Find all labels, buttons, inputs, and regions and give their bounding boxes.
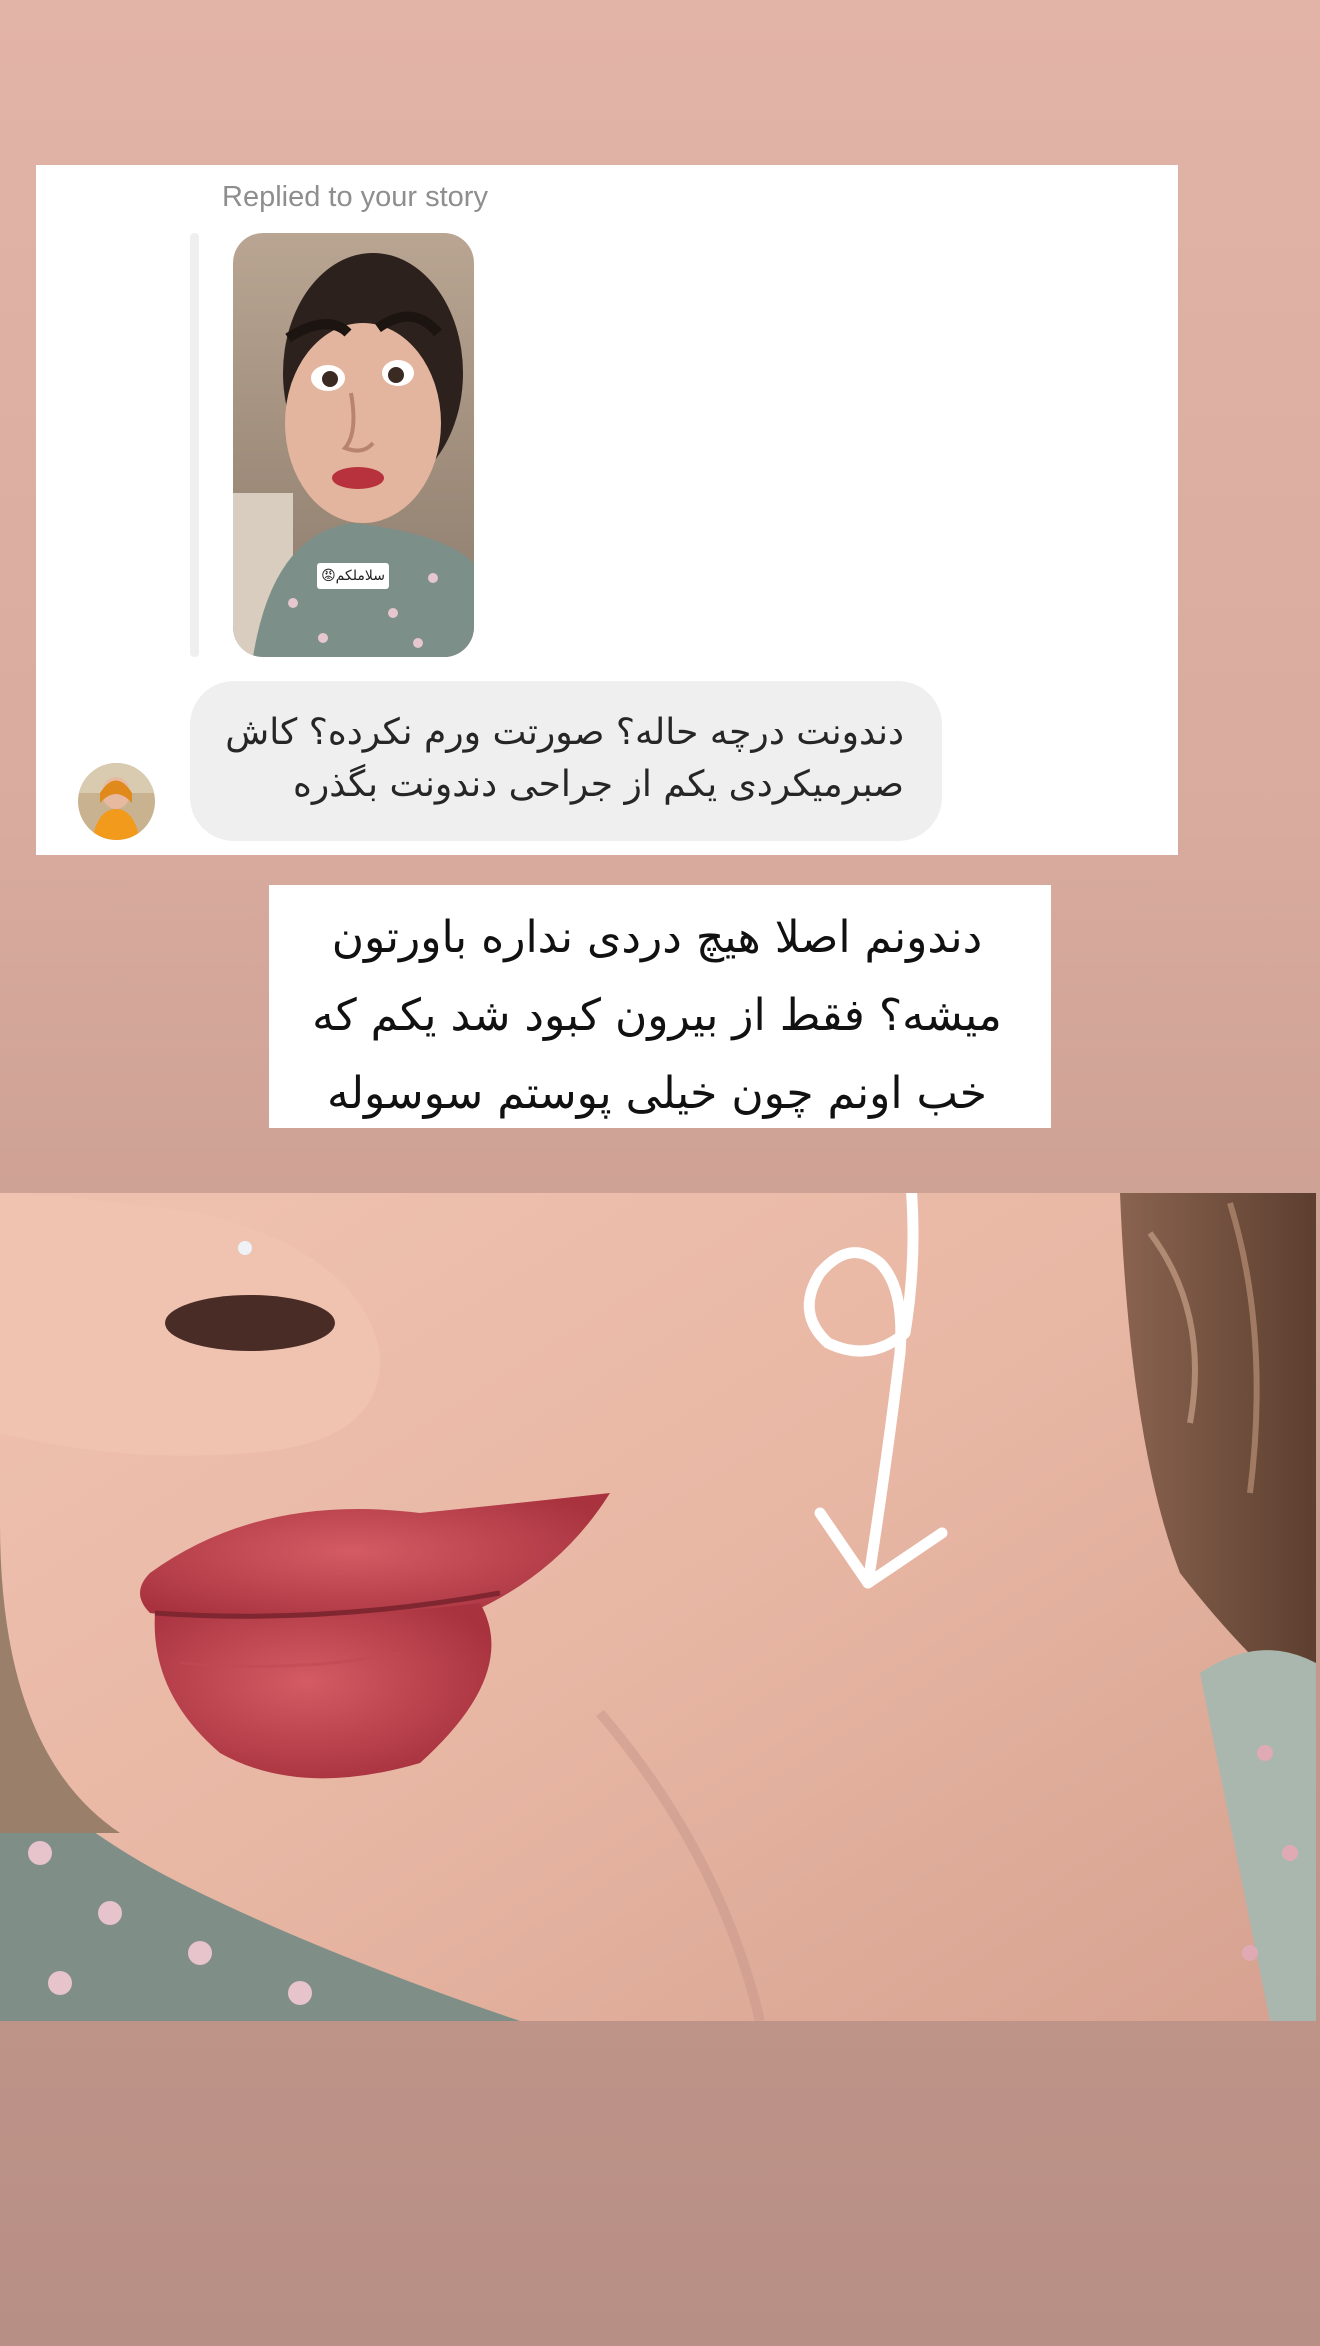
caption-box: دندونم اصلا هیچ دردی نداره باورتون میشه؟… [269,885,1051,1128]
caption-text: دندونم اصلا هیچ دردی نداره باورتون میشه؟… [312,912,1002,1119]
story-sticker: سلاملکم😡 [317,563,389,589]
story-thumbnail[interactable]: سلاملکم😡 [233,233,474,657]
avatar[interactable] [78,763,155,840]
avatar-image [78,763,155,840]
quote-bar [190,233,199,657]
story-selfie-image [233,233,474,657]
lip-closeup-photo [0,1193,1316,2021]
dm-reply-card: Replied to your story سلاملکم😡 دندونت در… [36,165,1178,855]
message-text: دندونت درچه حاله؟ صورتت ورم نکرده؟ کاش ص… [225,712,904,805]
message-bubble[interactable]: دندونت درچه حاله؟ صورتت ورم نکرده؟ کاش ص… [190,681,942,841]
replied-to-story-label: Replied to your story [222,181,488,213]
